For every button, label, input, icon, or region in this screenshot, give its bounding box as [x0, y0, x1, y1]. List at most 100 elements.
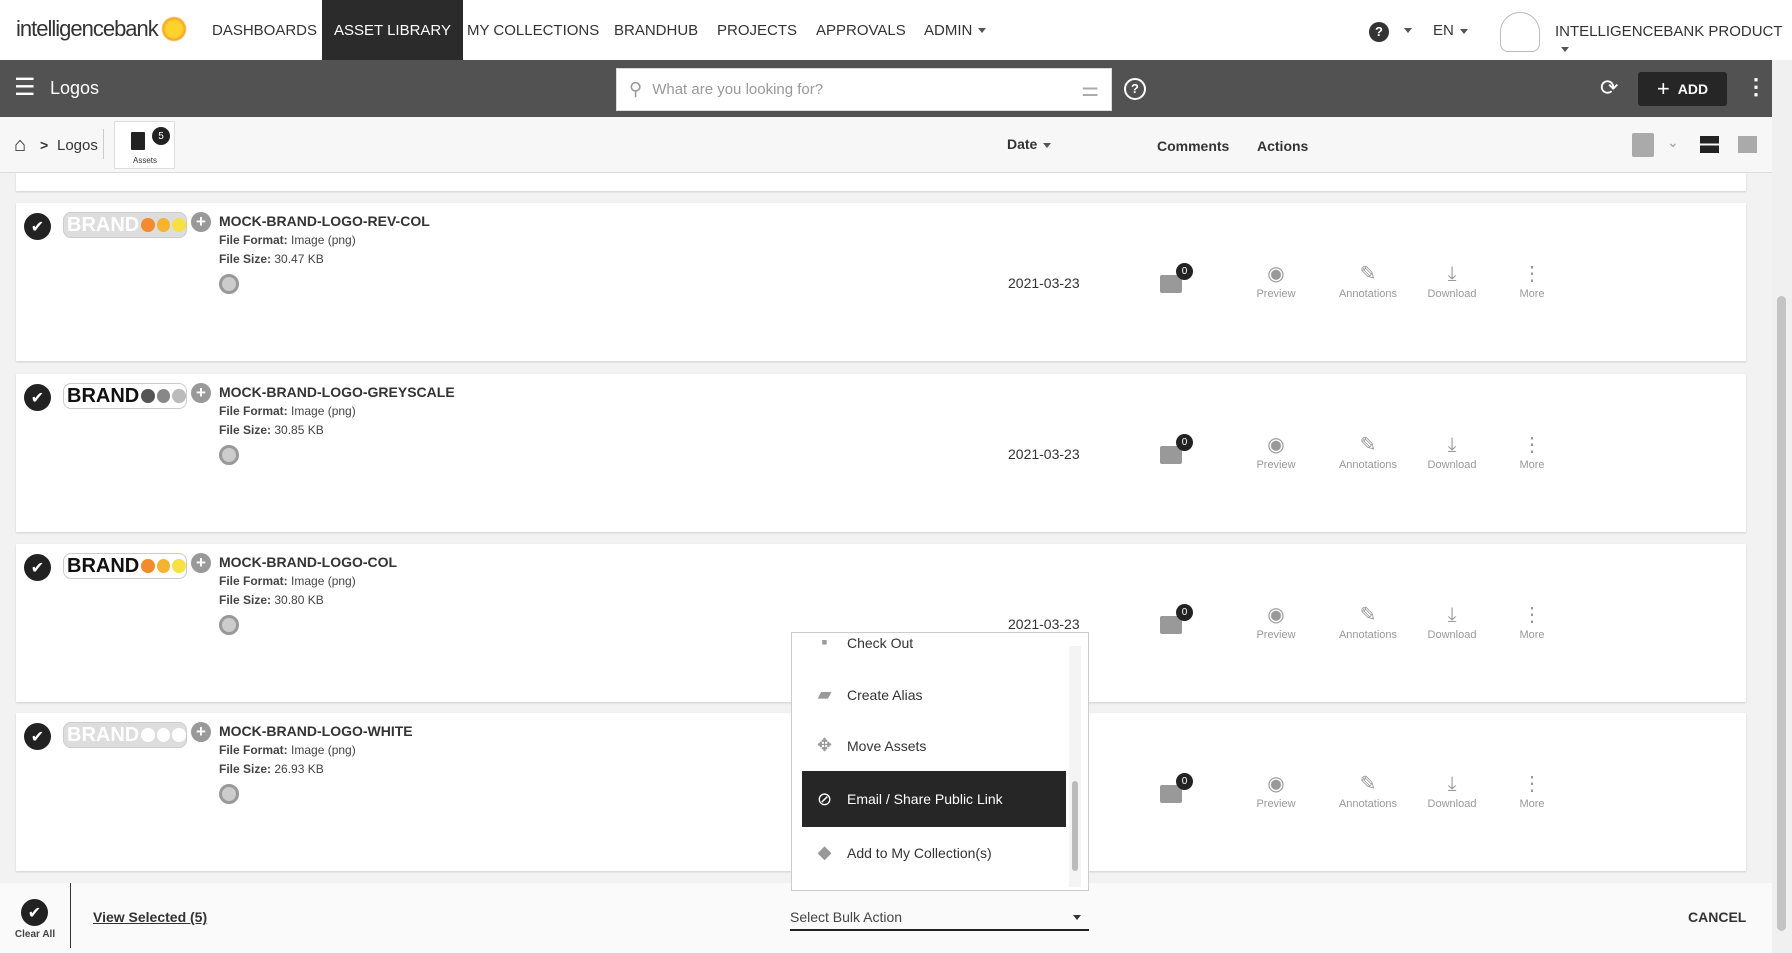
- annotations-button[interactable]: ✎ Annotations: [1328, 601, 1408, 641]
- comments-count-badge: 0: [1176, 434, 1193, 451]
- download-button[interactable]: ⤓ Download: [1412, 431, 1492, 471]
- preview-button[interactable]: ◉ Preview: [1236, 770, 1316, 810]
- add-to-collection-icon[interactable]: +: [191, 383, 211, 403]
- search-help-icon[interactable]: ?: [1124, 78, 1146, 100]
- bulk-action-label: Select Bulk Action: [790, 909, 903, 925]
- preview-button[interactable]: ◉ Preview: [1236, 431, 1316, 471]
- asset-name[interactable]: MOCK-BRAND-LOGO-COL: [219, 554, 397, 570]
- eye-icon: ◉: [1267, 773, 1285, 795]
- language-select[interactable]: EN: [1433, 22, 1468, 39]
- menu-item-email-share-link[interactable]: ⊘ Email / Share Public Link: [802, 771, 1066, 827]
- nav-admin[interactable]: ADMIN: [912, 0, 998, 60]
- annotations-button[interactable]: ✎ Annotations: [1328, 770, 1408, 810]
- nav-brandhub[interactable]: BRANDHUB: [602, 0, 710, 60]
- selected-check-icon[interactable]: ✔: [24, 723, 51, 750]
- eye-icon: ◉: [1267, 604, 1285, 626]
- file-size-value: 30.47 KB: [274, 252, 324, 266]
- nav-projects[interactable]: PROJECTS: [705, 0, 809, 60]
- thumbnail-dot: [172, 218, 186, 232]
- download-button[interactable]: ⤓ Download: [1412, 770, 1492, 810]
- asset-row[interactable]: ✔ BRAND + MOCK-BRAND-LOGO-REV-COL File F…: [16, 203, 1746, 361]
- nav-asset-library[interactable]: ASSET LIBRARY: [322, 0, 463, 60]
- more-vertical-icon: ⋮: [1522, 773, 1542, 795]
- search-input[interactable]: ⚲ What are you looking for? ⚌: [616, 68, 1112, 111]
- help-menu-icon[interactable]: ?: [1369, 22, 1389, 42]
- assets-tab[interactable]: 5 Assets: [114, 121, 175, 169]
- sync-icon[interactable]: ⟳: [1600, 75, 1618, 101]
- sort-date[interactable]: Date: [1007, 136, 1052, 152]
- page-scrollbar[interactable]: [1772, 60, 1792, 953]
- breadcrumb-logos[interactable]: Logos: [57, 137, 98, 154]
- brand-logo[interactable]: intelligencebank: [16, 16, 187, 42]
- menu-item-label: Check Out: [847, 634, 914, 651]
- sun-logo-icon: [160, 16, 187, 42]
- list-view-icon[interactable]: [1700, 136, 1719, 153]
- add-button[interactable]: + ADD: [1638, 72, 1727, 106]
- asset-thumbnail[interactable]: BRAND: [63, 722, 187, 748]
- globe-icon[interactable]: [219, 274, 239, 294]
- menu-item-check-out[interactable]: ▪ Check Out: [802, 633, 1066, 670]
- nav-approvals[interactable]: APPROVALS: [804, 0, 918, 60]
- file-icon: [131, 132, 145, 150]
- sort-caret-icon: [1043, 142, 1052, 148]
- annotations-label: Annotations: [1338, 629, 1398, 641]
- caret-down-icon: [978, 27, 987, 33]
- add-to-collection-icon[interactable]: +: [191, 212, 211, 232]
- more-button[interactable]: ⋮ More: [1492, 601, 1572, 641]
- bulk-action-select[interactable]: Select Bulk Action: [790, 898, 1089, 931]
- menu-item-move-assets[interactable]: ✥ Move Assets: [802, 718, 1066, 773]
- menu-item-add-to-collection[interactable]: ◆ Add to My Collection(s): [802, 825, 1066, 880]
- globe-icon[interactable]: [219, 784, 239, 804]
- view-selected-link[interactable]: View Selected (5): [93, 909, 207, 925]
- menu-item-create-alias[interactable]: ▰ Create Alias: [802, 667, 1066, 722]
- asset-name[interactable]: MOCK-BRAND-LOGO-REV-COL: [219, 213, 430, 229]
- preview-button[interactable]: ◉ Preview: [1236, 260, 1316, 300]
- file-format-value: Image (png): [291, 574, 356, 588]
- selected-check-icon[interactable]: ✔: [24, 554, 51, 581]
- user-avatar-icon[interactable]: [1500, 12, 1540, 52]
- caret-down-icon: [1459, 28, 1468, 34]
- chevron-down-icon[interactable]: ⌄: [1667, 134, 1679, 151]
- grid-view-icon[interactable]: [1738, 136, 1757, 153]
- filter-sliders-icon[interactable]: ⚌: [1081, 77, 1099, 102]
- nav-my-collections[interactable]: MY COLLECTIONS: [455, 0, 611, 60]
- add-to-collection-icon[interactable]: +: [191, 722, 211, 742]
- caret-down-icon[interactable]: [1404, 28, 1412, 33]
- thumbnail-dot: [141, 728, 155, 742]
- brand-name: intelligencebank: [16, 16, 159, 41]
- asset-thumbnail[interactable]: BRAND: [63, 212, 187, 238]
- annotations-button[interactable]: ✎ Annotations: [1328, 260, 1408, 300]
- eye-icon: ◉: [1267, 434, 1285, 456]
- more-button[interactable]: ⋮ More: [1492, 770, 1572, 810]
- asset-thumbnail[interactable]: BRAND: [63, 553, 187, 579]
- search-icon: ⚲: [629, 79, 643, 99]
- clear-all-check-icon[interactable]: ✔: [21, 899, 48, 926]
- selected-check-icon[interactable]: ✔: [24, 384, 51, 411]
- more-button[interactable]: ⋮ More: [1492, 431, 1572, 471]
- more-button[interactable]: ⋮ More: [1492, 260, 1572, 300]
- hamburger-menu-icon[interactable]: ☰: [14, 76, 36, 100]
- asset-name[interactable]: MOCK-BRAND-LOGO-GREYSCALE: [219, 384, 455, 400]
- download-button[interactable]: ⤓ Download: [1412, 260, 1492, 300]
- more-vertical-icon[interactable]: ⋮: [1745, 74, 1767, 100]
- annotations-button[interactable]: ✎ Annotations: [1328, 431, 1408, 471]
- menu-scrollbar-track[interactable]: [1069, 646, 1081, 887]
- page-scrollbar-thumb[interactable]: [1777, 296, 1786, 931]
- globe-icon[interactable]: [219, 445, 239, 465]
- calendar-icon[interactable]: [1632, 133, 1654, 157]
- menu-scrollbar-thumb[interactable]: [1072, 781, 1078, 871]
- cancel-button[interactable]: CANCEL: [1688, 909, 1746, 925]
- download-button[interactable]: ⤓ Download: [1412, 601, 1492, 641]
- asset-row[interactable]: ✔ BRAND + MOCK-BRAND-LOGO-GREYSCALE File…: [16, 374, 1746, 532]
- home-icon[interactable]: ⌂: [14, 134, 26, 157]
- selected-check-icon[interactable]: ✔: [24, 213, 51, 240]
- user-menu[interactable]: INTELLIGENCEBANK PRODUCT: [1555, 23, 1792, 57]
- globe-icon[interactable]: [219, 615, 239, 635]
- asset-name[interactable]: MOCK-BRAND-LOGO-WHITE: [219, 723, 413, 739]
- preview-button[interactable]: ◉ Preview: [1236, 601, 1316, 641]
- add-to-collection-icon[interactable]: +: [191, 553, 211, 573]
- asset-thumbnail[interactable]: BRAND: [63, 383, 187, 409]
- clear-all-button[interactable]: Clear All: [12, 929, 58, 940]
- file-size-label: File Size:: [219, 252, 272, 266]
- nav-dashboards[interactable]: DASHBOARDS: [200, 0, 329, 60]
